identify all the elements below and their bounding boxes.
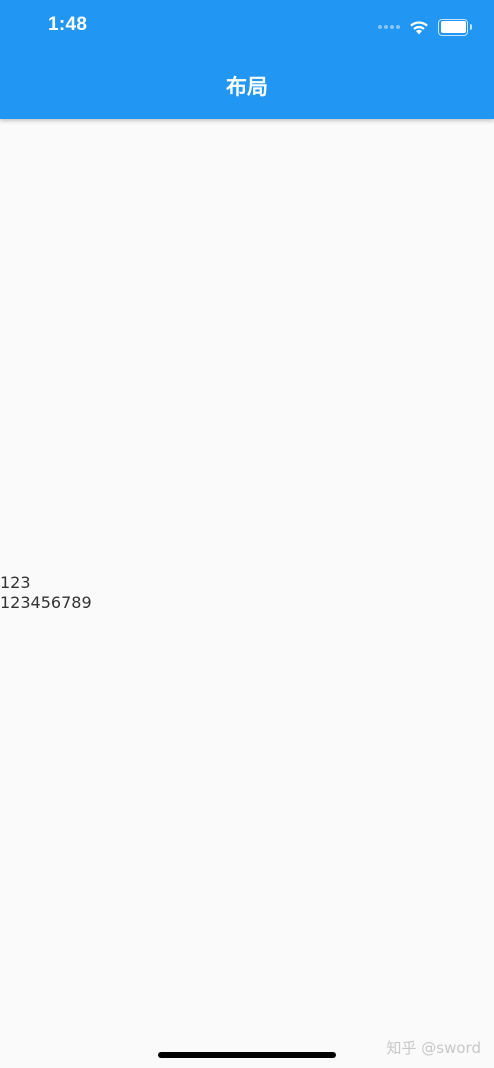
battery-cap [470,23,472,30]
text-line-1: 123 [0,573,31,592]
watermark: 知乎 @sword [386,1039,481,1057]
cellular-signal-icon [378,25,400,29]
wifi-icon [410,21,428,35]
battery-icon [438,18,472,36]
app-bar: 1:48 布局 [0,0,494,119]
page-title: 布局 [226,75,268,99]
text-column: 123 123456789 [0,573,92,613]
text-line-2: 123456789 [0,593,92,612]
home-indicator[interactable] [158,1052,336,1058]
status-time: 1:48 [48,14,88,35]
status-icons [378,17,472,37]
battery-level [440,21,466,33]
